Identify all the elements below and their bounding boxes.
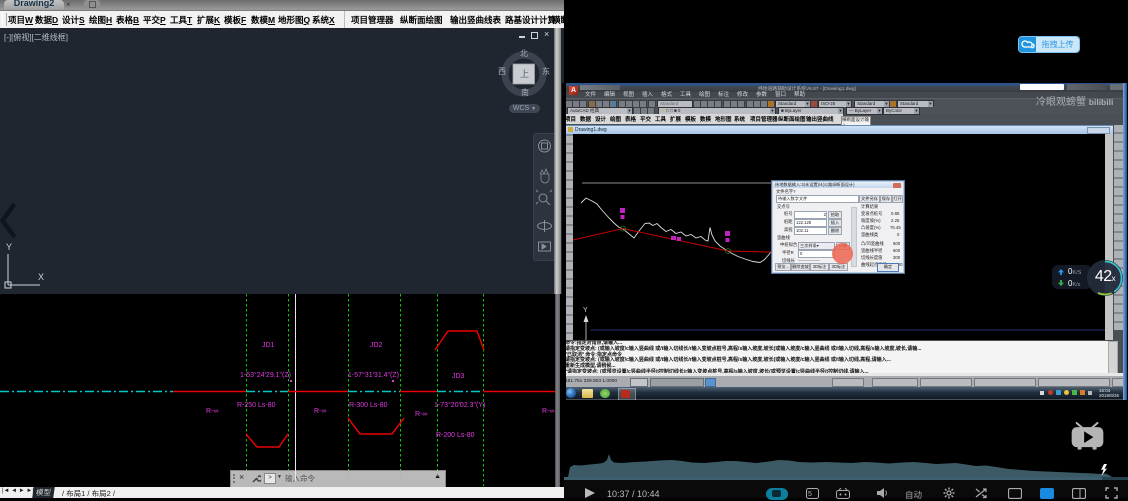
svg-text:X: X bbox=[38, 272, 44, 282]
svg-text:Y: Y bbox=[6, 242, 12, 252]
svg-text:5: 5 bbox=[808, 491, 812, 498]
svg-text:Y: Y bbox=[583, 307, 588, 314]
